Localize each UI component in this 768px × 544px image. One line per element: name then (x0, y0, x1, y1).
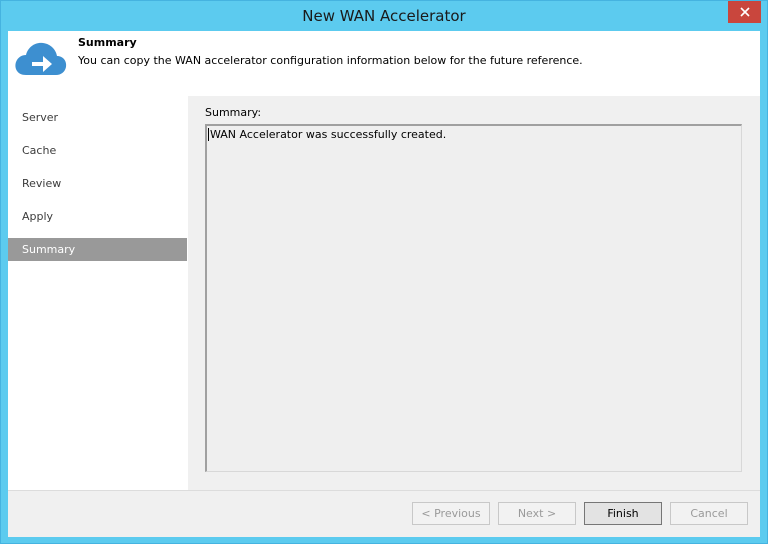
summary-text: WAN Accelerator was successfully created… (208, 128, 447, 141)
window-title: New WAN Accelerator (302, 7, 466, 25)
close-button[interactable] (728, 1, 761, 23)
wizard-steps-nav: Server Cache Review Apply Summary (8, 96, 188, 490)
wizard-client-area: Summary You can copy the WAN accelerator… (8, 31, 760, 537)
next-button[interactable]: Next > (498, 502, 576, 525)
header-title: Summary (78, 36, 137, 49)
footer-divider (8, 490, 760, 491)
nav-step-apply[interactable]: Apply (8, 205, 187, 228)
cloud-arrow-icon (15, 42, 67, 75)
content-panel: Summary: WAN Accelerator was successfull… (188, 96, 760, 490)
header-description: You can copy the WAN accelerator configu… (78, 54, 583, 67)
nav-step-summary[interactable]: Summary (8, 238, 187, 261)
summary-textbox[interactable]: WAN Accelerator was successfully created… (205, 124, 742, 472)
previous-button[interactable]: < Previous (412, 502, 490, 525)
nav-step-review[interactable]: Review (8, 172, 187, 195)
summary-label: Summary: (205, 106, 262, 119)
nav-step-server[interactable]: Server (8, 106, 187, 129)
title-bar[interactable]: New WAN Accelerator (1, 1, 767, 31)
nav-step-cache[interactable]: Cache (8, 139, 187, 162)
wizard-window: New WAN Accelerator Summary You can copy… (0, 0, 768, 544)
close-icon (739, 7, 750, 17)
finish-button[interactable]: Finish (584, 502, 662, 525)
cancel-button[interactable]: Cancel (670, 502, 748, 525)
wizard-header: Summary You can copy the WAN accelerator… (8, 31, 760, 96)
